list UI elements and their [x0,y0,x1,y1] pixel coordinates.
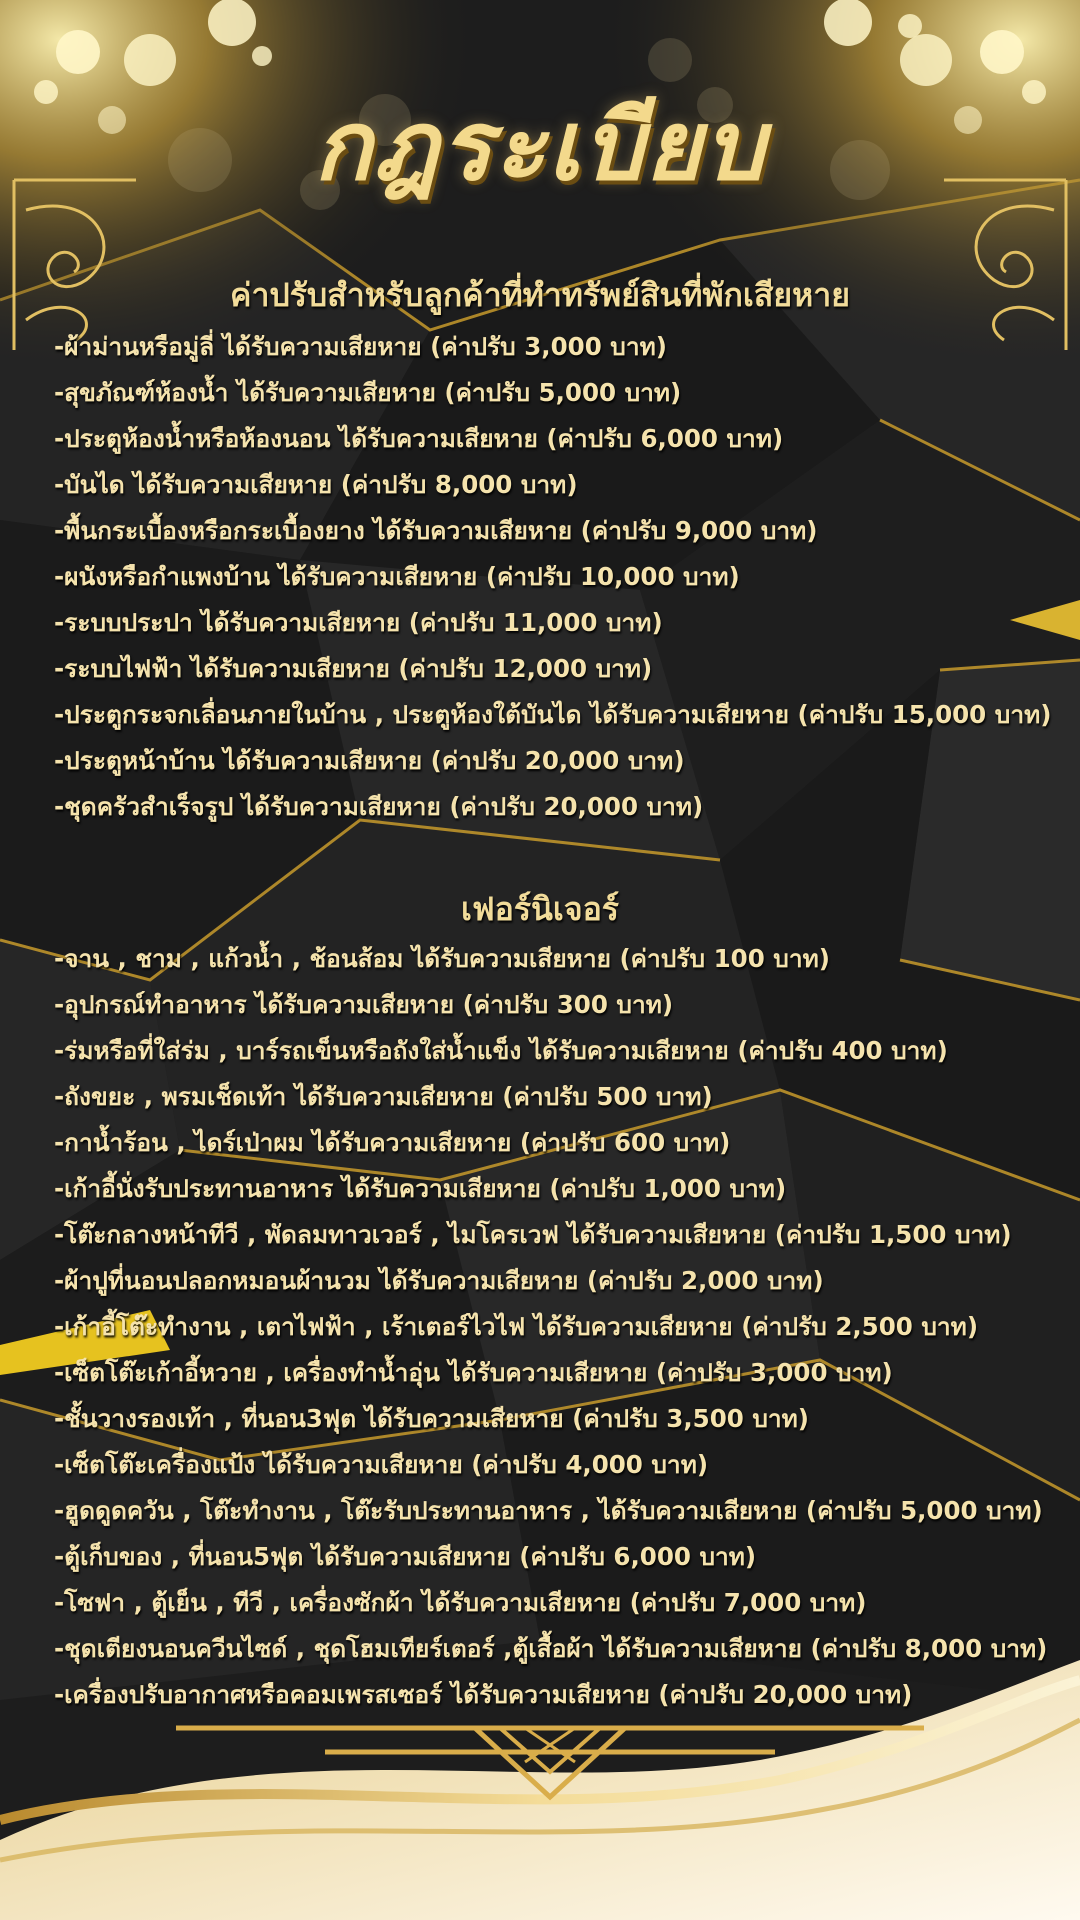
list-item: -เก้าอี้นั่งรับประทานอาหาร ได้รับความเสี… [54,1174,787,1203]
list-item: -ถังขยะ , พรมเช็ดเท้า ได้รับความเสียหาย … [54,1082,713,1111]
list-item: -โซฟา , ตู้เย็น , ทีวี , เครื่องซักผ้า ไ… [54,1588,867,1617]
list-item: -ประตูห้องน้ำหรือห้องนอน ได้รับความเสียห… [54,424,784,453]
list-item: -ผ้าปูที่นอนปลอกหมอนผ้านวม ได้รับความเสี… [54,1266,824,1295]
section-heading-property-fines: ค่าปรับสำหรับลูกค้าที่ทำทรัพย์สินที่พักเ… [230,276,850,314]
furniture-fines-list: -จาน , ชาม , แก้วน้ำ , ช้อนส้อม ได้รับคว… [54,936,1066,1718]
list-item: -โต๊ะกลางหน้าทีวี , พัดลมทาวเวอร์ , ไมโค… [54,1220,1012,1249]
page-title: กฎระเบียบ [313,89,767,202]
list-item: -จาน , ชาม , แก้วน้ำ , ช้อนส้อม ได้รับคว… [54,944,830,973]
list-item: -ฮูดดูดควัน , โต๊ะทำงาน , โต๊ะรับประทานอ… [54,1496,1043,1525]
list-item: -ชุดครัวสำเร็จรูป ได้รับความเสียหาย (ค่า… [54,792,704,821]
list-item: -พื้นกระเบื้องหรือกระเบื้องยาง ได้รับควา… [54,516,818,545]
list-item: -ประตูกระจกเลื่อนภายในบ้าน , ประตูห้องใต… [54,700,1052,729]
list-item: -ร่มหรือที่ใส่ร่ม , บาร์รถเข็นหรือถังใส่… [54,1036,948,1065]
section-heading-furniture: เฟอร์นิเจอร์ [461,890,619,928]
list-item: -ชั้นวางรองเท้า , ที่นอน3ฟุต ได้รับความเ… [54,1404,809,1433]
list-item: -ชุดเตียงนอนควีนไซด์ , ชุดโฮมเทียร์เตอร์… [54,1634,1048,1663]
list-item: -ผ้าม่านหรือมู่ลี่ ได้รับความเสียหาย (ค่… [54,332,667,361]
list-item: -เซ็ตโต๊ะเก้าอี้หวาย , เครื่องทำน้ำอุ่น … [54,1358,893,1387]
list-item: -ระบบไฟฟ้า ได้รับความเสียหาย (ค่าปรับ 12… [54,654,653,683]
property-fines-list: -ผ้าม่านหรือมู่ลี่ ได้รับความเสียหาย (ค่… [54,324,1066,830]
list-item: -เซ็ตโต๊ะเครื่องแป้ง ได้รับความเสียหาย (… [54,1450,709,1479]
list-item: -ตู้เก็บของ , ที่นอน5ฟุต ได้รับความเสียห… [54,1542,757,1571]
list-item: -เก้าอี้โต๊ะทำงาน , เตาไฟฟ้า , เร้าเตอร์… [54,1312,979,1341]
list-item: -ระบบประปา ได้รับความเสียหาย (ค่าปรับ 11… [54,608,663,637]
list-item: -กาน้ำร้อน , ไดร์เป่าผม ได้รับความเสียหา… [54,1128,731,1157]
list-item: -ประตูหน้าบ้าน ได้รับความเสียหาย (ค่าปรั… [54,746,685,775]
divider-ornament [176,1725,924,1801]
list-item: -ผนังหรือกำแพงบ้าน ได้รับความเสียหาย (ค่… [54,562,740,591]
list-item: -สุขภัณฑ์ห้องน้ำ ได้รับความเสียหาย (ค่าป… [54,378,682,407]
list-item: -อุปกรณ์ทำอาหาร ได้รับความเสียหาย (ค่าปร… [54,990,674,1019]
list-item: -บันได ได้รับความเสียหาย (ค่าปรับ 8,000 … [54,470,578,499]
